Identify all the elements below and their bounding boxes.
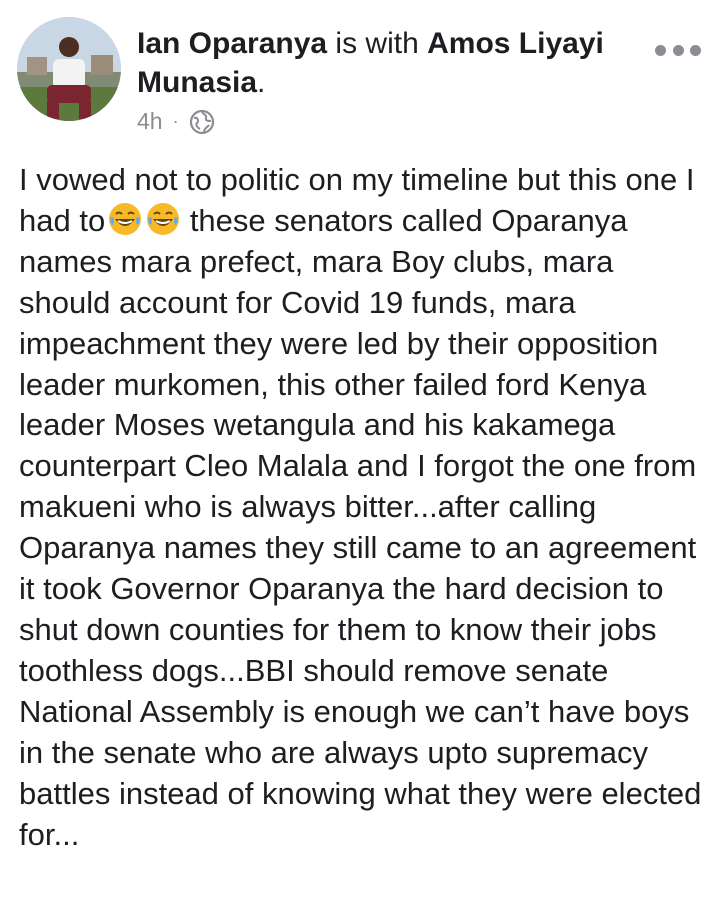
- post-text-part2: these senators called Oparanya names mar…: [19, 202, 711, 852]
- globe-icon: [189, 109, 215, 135]
- post-header: Ian Oparanya is with Amos Liyayi Munasia…: [137, 24, 647, 102]
- timestamp[interactable]: 4h: [137, 108, 163, 135]
- laughing-emoji-icon: [107, 201, 143, 237]
- facebook-post: Ian Oparanya is with Amos Liyayi Munasia…: [0, 0, 720, 898]
- author-name[interactable]: Ian Oparanya: [137, 27, 327, 60]
- laughing-emoji-icon: [145, 201, 181, 237]
- dot-icon: [655, 44, 666, 56]
- post-meta: 4h ·: [137, 108, 215, 135]
- end-punct: .: [257, 66, 266, 99]
- post-body: I vowed not to politic on my timeline bu…: [19, 160, 709, 855]
- dot-icon: [672, 44, 684, 56]
- with-text: is with: [327, 27, 428, 60]
- dot-icon: [690, 44, 701, 56]
- avatar[interactable]: [17, 17, 121, 121]
- separator: ·: [172, 111, 179, 131]
- more-options-button[interactable]: [655, 38, 701, 62]
